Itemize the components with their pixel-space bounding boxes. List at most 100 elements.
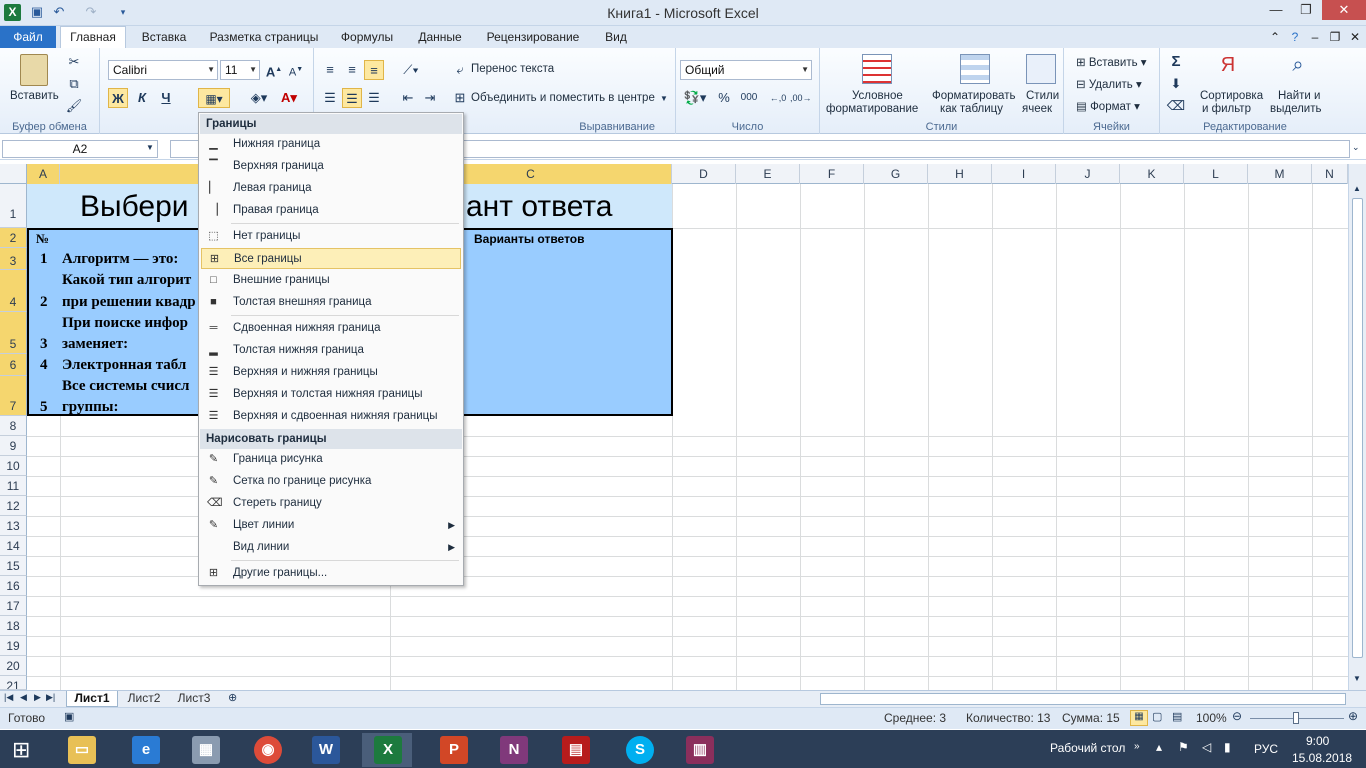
- align-top-icon[interactable]: ≡: [320, 60, 340, 80]
- merge-center-icon[interactable]: ⊞: [450, 88, 470, 108]
- font-color-icon[interactable]: A▾: [276, 88, 302, 108]
- menu-no-border[interactable]: ⬚ Нет границы: [201, 226, 461, 247]
- tray-flag-icon[interactable]: ⚑: [1178, 740, 1189, 754]
- format-as-table-line1[interactable]: Форматировать: [932, 90, 1015, 102]
- normal-view-icon[interactable]: ▦: [1130, 710, 1148, 726]
- col-header-f[interactable]: F: [800, 164, 864, 184]
- clock-time[interactable]: 9:00: [1306, 734, 1329, 748]
- conditional-format-line2[interactable]: форматирование: [826, 103, 918, 115]
- align-center-icon[interactable]: ☰: [342, 88, 362, 108]
- vertical-scrollbar[interactable]: ▲ ▼: [1348, 164, 1366, 690]
- taskbar-pdf[interactable]: ▤: [550, 733, 600, 767]
- row-header-8[interactable]: 8: [0, 416, 27, 436]
- sort-filter-line2[interactable]: и фильтр: [1202, 103, 1251, 115]
- zoom-thumb[interactable]: [1293, 712, 1299, 724]
- scroll-thumb[interactable]: [1352, 198, 1363, 658]
- zoom-level[interactable]: 100%: [1196, 711, 1227, 725]
- row-header-1[interactable]: 1: [0, 184, 27, 228]
- menu-thick-box-border[interactable]: ■ Толстая внешняя граница: [201, 292, 461, 313]
- first-sheet-icon[interactable]: |◀: [4, 692, 13, 703]
- delete-cells-button[interactable]: ⊟ Удалить ▾: [1076, 77, 1142, 91]
- expand-formula-icon[interactable]: ⌄: [1352, 142, 1360, 153]
- menu-draw-border-grid[interactable]: ✎ Сетка по границе рисунка: [201, 471, 461, 492]
- tab-home[interactable]: Главная: [60, 26, 126, 49]
- tray-volume-icon[interactable]: ◁: [1202, 740, 1211, 754]
- tab-insert[interactable]: Вставка: [134, 26, 194, 48]
- row-header-21[interactable]: 21: [0, 676, 27, 690]
- start-button-icon[interactable]: ⊞: [12, 738, 38, 762]
- prev-sheet-icon[interactable]: ◀: [20, 692, 27, 703]
- menu-top-bottom-border[interactable]: ☰ Верхняя и нижняя границы: [201, 362, 461, 383]
- bold-button[interactable]: Ж: [108, 88, 128, 108]
- col-header-e[interactable]: E: [736, 164, 800, 184]
- restore-button[interactable]: ❐: [1292, 0, 1320, 20]
- percent-button[interactable]: %: [714, 88, 734, 108]
- row-header-9[interactable]: 9: [0, 436, 27, 456]
- align-right-icon[interactable]: ☰: [364, 88, 384, 108]
- row-header-19[interactable]: 19: [0, 636, 27, 656]
- row-header-12[interactable]: 12: [0, 496, 27, 516]
- select-all-corner[interactable]: [0, 164, 27, 184]
- font-name-combo[interactable]: Calibri ▼: [108, 60, 218, 80]
- menu-left-border[interactable]: ▏ Левая граница: [201, 178, 461, 199]
- taskbar-chrome[interactable]: ◉: [242, 733, 292, 767]
- taskbar-onenote[interactable]: N: [488, 733, 538, 767]
- row-header-20[interactable]: 20: [0, 656, 27, 676]
- clock-date[interactable]: 15.08.2018: [1292, 751, 1352, 765]
- row-header-5[interactable]: 5: [0, 312, 27, 354]
- align-middle-icon[interactable]: ≡: [342, 60, 362, 80]
- row-header-3[interactable]: 3: [0, 248, 27, 270]
- next-sheet-icon[interactable]: ▶: [34, 692, 41, 703]
- row-header-10[interactable]: 10: [0, 456, 27, 476]
- taskbar-winrar[interactable]: ▥: [674, 733, 724, 767]
- taskbar-excel[interactable]: X: [362, 733, 412, 767]
- col-header-h[interactable]: H: [928, 164, 992, 184]
- chevron-down-icon[interactable]: ▼: [660, 94, 668, 103]
- wrap-text-icon[interactable]: ⤶: [450, 60, 470, 80]
- row-header-4[interactable]: 4: [0, 270, 27, 312]
- sheet-tab-3[interactable]: Лист3: [172, 691, 216, 705]
- tab-file[interactable]: Файл: [0, 26, 56, 48]
- conditional-format-icon[interactable]: [862, 54, 892, 84]
- tab-page-layout[interactable]: Разметка страницы: [204, 26, 324, 48]
- menu-bottom-border[interactable]: ▁ Нижняя граница: [201, 134, 461, 155]
- scroll-up-icon[interactable]: ▲: [1353, 184, 1361, 193]
- clear-icon[interactable]: ⌫: [1166, 96, 1186, 116]
- find-select-icon[interactable]: ⌕: [1284, 54, 1312, 84]
- wrap-text-button[interactable]: Перенос текста: [471, 63, 554, 75]
- menu-line-style[interactable]: Вид линии ▶: [201, 537, 461, 558]
- doc-close-icon[interactable]: ✕: [1346, 26, 1364, 48]
- doc-minimize-icon[interactable]: –: [1306, 26, 1324, 48]
- col-header-n[interactable]: N: [1312, 164, 1348, 184]
- insert-cells-button[interactable]: ⊞ Вставить ▾: [1076, 55, 1147, 69]
- taskbar-calculator[interactable]: ▦: [180, 733, 230, 767]
- underline-button[interactable]: Ч: [156, 88, 176, 108]
- ribbon-minimize-icon[interactable]: ⌃: [1266, 26, 1284, 48]
- last-sheet-icon[interactable]: ▶|: [46, 692, 55, 703]
- cell-styles-line1[interactable]: Стили: [1026, 90, 1059, 102]
- row-header-18[interactable]: 18: [0, 616, 27, 636]
- find-select-line1[interactable]: Найти и: [1278, 90, 1320, 102]
- italic-button[interactable]: К: [132, 88, 152, 108]
- paste-button[interactable]: Вставить: [10, 90, 59, 102]
- menu-more-borders[interactable]: ⊞ Другие границы...: [201, 563, 461, 584]
- zoom-out-icon[interactable]: ⊖: [1232, 709, 1242, 723]
- cut-icon[interactable]: ✂: [64, 52, 84, 72]
- menu-line-color[interactable]: ✎ Цвет линии ▶: [201, 515, 461, 536]
- decrease-decimal-icon[interactable]: ,00→: [790, 88, 812, 108]
- taskbar-ie[interactable]: e: [120, 733, 170, 767]
- menu-top-border[interactable]: ▔ Верхняя граница: [201, 156, 461, 177]
- row-header-2[interactable]: 2: [0, 228, 27, 248]
- paste-icon[interactable]: [20, 54, 48, 86]
- menu-draw-border[interactable]: ✎ Граница рисунка: [201, 449, 461, 470]
- sheet-tab-1[interactable]: Лист1: [66, 691, 118, 707]
- macro-record-icon[interactable]: ▣: [64, 710, 74, 723]
- format-painter-icon[interactable]: 🖌: [64, 96, 84, 116]
- align-left-icon[interactable]: ☰: [320, 88, 340, 108]
- menu-outside-borders[interactable]: □ Внешние границы: [201, 270, 461, 291]
- shrink-font-icon[interactable]: A▼: [286, 60, 306, 80]
- font-size-combo[interactable]: 11 ▼: [220, 60, 260, 80]
- menu-right-border[interactable]: ▕ Правая граница: [201, 200, 461, 221]
- chevron-down-icon[interactable]: ▼: [146, 143, 154, 152]
- menu-top-thick-bottom-border[interactable]: ☰ Верхняя и толстая нижняя границы: [201, 384, 461, 405]
